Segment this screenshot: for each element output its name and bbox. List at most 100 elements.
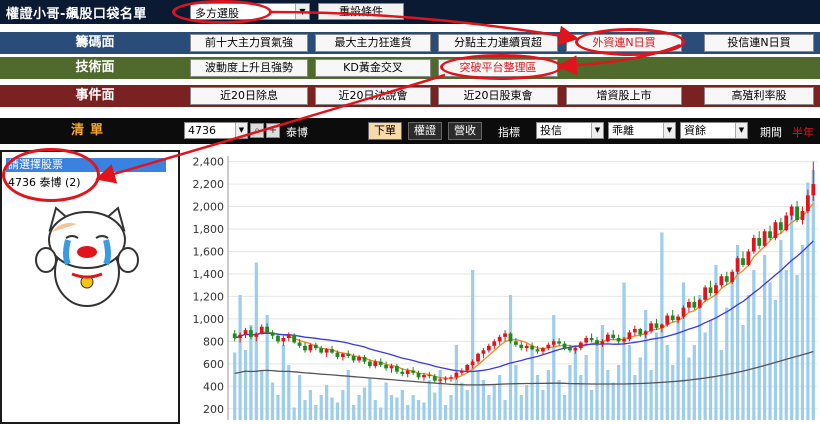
period-value[interactable]: 半年	[792, 124, 814, 140]
candle-body	[395, 366, 399, 372]
event-meeting-button[interactable]: 近20日股東會	[438, 87, 558, 105]
y-tick-label: 1,600	[193, 245, 225, 258]
candle-body	[692, 302, 697, 308]
strategy-select[interactable]: 多方選股 ▼	[190, 3, 310, 20]
candle-body	[811, 184, 816, 196]
candle-body	[751, 238, 756, 252]
volume-bar	[443, 405, 448, 420]
candle-body	[557, 341, 562, 344]
event-dividend-button[interactable]: 近20日除息	[190, 87, 308, 105]
volume-bar	[622, 282, 626, 420]
candle-body	[535, 349, 540, 352]
y-tick-label: 800	[203, 335, 224, 348]
revenue-button[interactable]: 營收	[448, 122, 482, 140]
chip-top10-button[interactable]: 前十大主力買氣強	[190, 34, 308, 52]
indicator-select-1[interactable]: 投信 ▼	[536, 122, 604, 139]
list-item[interactable]: 4736 泰博 (2)	[8, 174, 81, 190]
chevron-down-icon[interactable]: ▼	[235, 123, 247, 138]
chip-trust-buy-button[interactable]: 投信連N日買	[704, 34, 814, 52]
candle-body	[681, 307, 686, 317]
candle-body	[249, 330, 253, 337]
chip-major-buy-button[interactable]: 最大主力狂進貨	[315, 34, 431, 52]
volume-bar	[589, 390, 594, 420]
reset-conditions-button[interactable]: 重設條件	[318, 3, 404, 20]
y-tick-label: 400	[203, 380, 224, 393]
chevron-down-icon[interactable]: ▼	[735, 123, 747, 138]
candle-body	[643, 331, 648, 335]
candle-body	[714, 285, 718, 294]
candle-body	[676, 316, 681, 321]
candle-body	[238, 334, 243, 338]
crying-cat-sticker	[35, 206, 139, 307]
chip-foreign-buy-button[interactable]: 外資連N日買	[566, 34, 682, 52]
warrant-button[interactable]: 權證	[408, 122, 442, 140]
candle-body	[411, 370, 416, 373]
volume-bar	[768, 282, 772, 420]
price-chart[interactable]: 200 400 600 800 1,000 1,200 1,400 1,600 1,800 2,0…	[180, 150, 820, 424]
event-high-yield-button[interactable]: 高殖利率股	[704, 87, 814, 105]
order-button[interactable]: 下單	[368, 122, 402, 140]
candle-body	[367, 361, 372, 367]
candle-body	[459, 370, 464, 373]
tech-kd-cross-button[interactable]: KD黃金交叉	[315, 59, 431, 77]
volume-bar	[719, 350, 723, 420]
volume-bar	[281, 345, 285, 420]
candle-body	[735, 258, 740, 272]
chevron-down-icon[interactable]: ▼	[295, 4, 309, 19]
volume-bar	[654, 332, 659, 420]
chevron-down-icon[interactable]: ▼	[663, 123, 675, 138]
volume-bar	[308, 390, 313, 420]
candle-body	[265, 326, 270, 333]
y-tick-label: 2,000	[193, 201, 225, 214]
volume-bar	[708, 320, 713, 420]
volume-bar	[373, 400, 377, 420]
volume-bar	[416, 400, 421, 420]
candle-body	[357, 357, 361, 361]
volume-bar	[508, 295, 513, 420]
volume-bar	[557, 380, 561, 420]
volume-bar	[687, 357, 691, 420]
candle-body	[465, 364, 470, 371]
candle-body	[405, 370, 410, 374]
list-title-bar: 清單	[0, 118, 180, 144]
plus-icon[interactable]: +	[266, 123, 280, 138]
volume-bar	[260, 370, 264, 420]
candle-body	[703, 287, 708, 300]
event-capital-increase-button[interactable]: 增資股上市	[566, 87, 682, 105]
candle-body	[524, 345, 529, 349]
volume-bar	[362, 387, 367, 420]
stock-name: 泰博	[286, 126, 308, 139]
volume-bar	[492, 385, 496, 420]
tech-volatility-button[interactable]: 波動度上升且強勢	[190, 59, 308, 77]
tech-breakout-button[interactable]: 突破平台整理區	[438, 59, 558, 77]
indicator-select-3[interactable]: 資餘 ▼	[680, 122, 748, 139]
volume-bar	[352, 405, 356, 420]
candle-body	[611, 334, 616, 338]
candle-body	[308, 344, 313, 351]
volume-bar	[270, 382, 275, 420]
candle-body	[562, 343, 567, 349]
candle-body	[649, 323, 653, 332]
volume-bar	[341, 390, 345, 420]
candle-body	[254, 333, 259, 337]
volume-bar	[514, 365, 518, 420]
event-conference-button[interactable]: 近20日法說會	[315, 87, 431, 105]
candle-body	[319, 348, 324, 353]
magnifier-icon[interactable]: ⌕	[250, 123, 264, 138]
candle-body	[416, 372, 421, 378]
candle-body	[443, 378, 448, 380]
indicator-select-2[interactable]: 乖離 ▼	[608, 122, 676, 139]
candle-body	[573, 348, 578, 351]
candle-body	[768, 231, 772, 239]
volume-bar	[454, 345, 459, 420]
chip-branch-buy-button[interactable]: 分點主力連續買超	[438, 34, 558, 52]
volume-bar	[562, 395, 567, 420]
volume-bar	[297, 375, 302, 420]
volume-bar	[330, 397, 334, 420]
volume-bar	[238, 295, 242, 420]
indicator-select-3-value: 資餘	[684, 124, 706, 137]
candle-body	[530, 345, 535, 350]
chevron-down-icon[interactable]: ▼	[591, 123, 603, 138]
y-tick-label: 2,400	[193, 156, 225, 169]
stock-code-input[interactable]: 4736 ▼	[184, 122, 248, 139]
